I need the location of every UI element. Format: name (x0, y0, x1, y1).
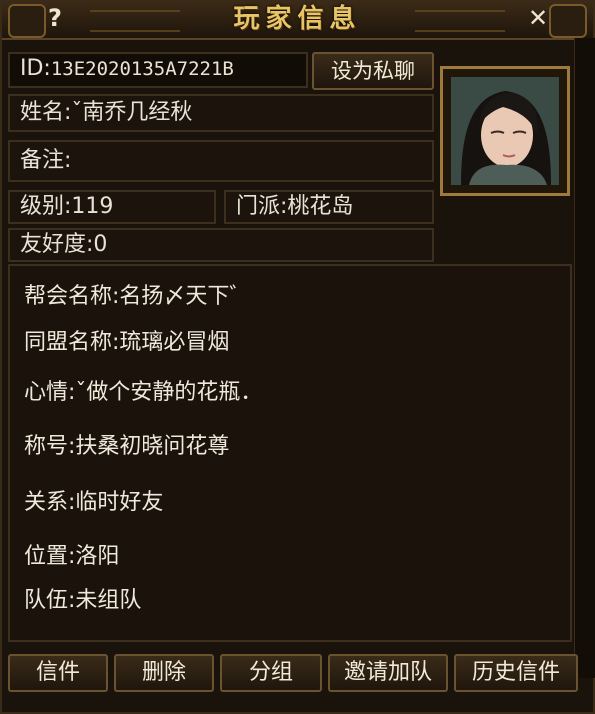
name-label: 姓名: (20, 100, 72, 125)
group-button[interactable]: 分组 (220, 654, 322, 692)
invite-team-button[interactable]: 邀请加队 (328, 654, 448, 692)
detail-mood-label: 心情: (24, 380, 76, 405)
name-value: ˇ南乔几经秋 (71, 100, 193, 125)
window-title: 玩家信息 (233, 4, 362, 34)
detail-title-label: 称号: (24, 434, 76, 459)
avatar (451, 77, 559, 185)
delete-button[interactable]: 删除 (114, 654, 214, 692)
detail-alliance: 同盟名称:琉璃必冒烟 (24, 324, 229, 356)
player-note-field[interactable]: 备注: (8, 140, 434, 182)
bottom-action-bar: 信件 删除 分组 邀请加队 历史信件 (2, 650, 593, 696)
detail-title: 称号:扶桑初晓问花尊 (24, 428, 229, 460)
avatar-frame (440, 66, 570, 196)
player-sect-field: 门派:桃花岛 (224, 190, 434, 224)
detail-location-value: 洛阳 (75, 544, 120, 569)
sect-label: 门派: (236, 194, 288, 219)
detail-alliance-label: 同盟名称: (24, 330, 120, 355)
level-value: 119 (71, 194, 114, 219)
detail-guild-value: 名扬〆天下゛ (119, 284, 252, 309)
detail-relation: 关系:临时好友 (24, 484, 163, 516)
player-level-field: 级别:119 (8, 190, 216, 224)
detail-location-label: 位置: (24, 544, 76, 569)
detail-guild: 帮会名称:名扬〆天下゛ (24, 278, 251, 310)
player-name-field: 姓名:ˇ南乔几经秋 (8, 94, 434, 132)
right-border-scrollbar (574, 38, 595, 678)
player-info-window: ? 玩家信息 ✕ ID:13E2020135A7221B 设为私聊 姓名:ˇ南乔… (0, 0, 595, 714)
detail-mood-value: ˇ做个安静的花瓶． (75, 380, 263, 405)
detail-relation-label: 关系: (24, 490, 76, 515)
mail-history-button[interactable]: 历史信件 (454, 654, 578, 692)
detail-guild-label: 帮会名称: (24, 284, 120, 309)
friendship-value: 0 (93, 232, 108, 257)
avatar-portrait-icon (451, 77, 559, 185)
detail-team: 队伍:未组队 (24, 582, 141, 614)
set-private-chat-button[interactable]: 设为私聊 (312, 52, 434, 90)
detail-alliance-value: 琉璃必冒烟 (119, 330, 230, 355)
detail-location: 位置:洛阳 (24, 538, 119, 570)
player-id-label: ID: (20, 56, 51, 81)
sect-value: 桃花岛 (287, 194, 354, 219)
detail-title-value: 扶桑初晓问花尊 (75, 434, 230, 459)
detail-team-label: 队伍: (24, 588, 76, 613)
note-label: 备注: (20, 148, 72, 173)
detail-mood: 心情:ˇ做个安静的花瓶． (24, 374, 262, 406)
title-bar: ? 玩家信息 ✕ (2, 2, 593, 40)
player-id-field: ID:13E2020135A7221B (8, 52, 308, 88)
detail-team-value: 未组队 (75, 588, 142, 613)
close-icon[interactable]: ✕ (523, 4, 553, 32)
player-id-value: 13E2020135A7221B (50, 58, 234, 80)
player-details-panel: 帮会名称:名扬〆天下゛ 同盟名称:琉璃必冒烟 心情:ˇ做个安静的花瓶． 称号:扶… (8, 264, 572, 642)
friendship-label: 友好度: (20, 232, 94, 257)
detail-relation-value: 临时好友 (75, 490, 164, 515)
level-label: 级别: (20, 194, 72, 219)
player-friendship-field: 友好度:0 (8, 228, 434, 262)
mail-button[interactable]: 信件 (8, 654, 108, 692)
